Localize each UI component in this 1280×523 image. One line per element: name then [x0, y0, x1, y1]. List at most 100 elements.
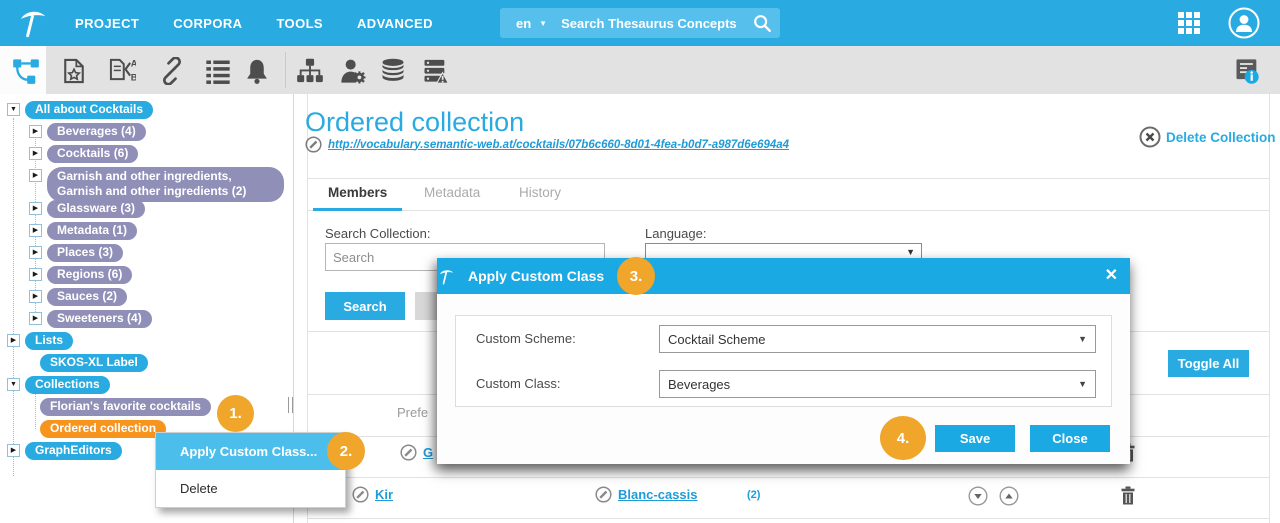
trash-icon[interactable]: [1120, 486, 1136, 505]
collection-uri-link[interactable]: http://vocabulary.semantic-web.at/cockta…: [328, 139, 789, 151]
tree-node-all-about-cocktails[interactable]: All about Cocktails: [25, 101, 153, 119]
tab-history[interactable]: History: [519, 185, 561, 200]
document-translate-icon[interactable]: A B: [108, 57, 136, 85]
menu-project[interactable]: PROJECT: [75, 16, 139, 31]
dialog-close-icon[interactable]: ✕: [1105, 266, 1118, 286]
tree-node-ordered-collection-selected[interactable]: Ordered collection: [40, 420, 166, 438]
tree-node-cocktails[interactable]: Cocktails (6): [47, 145, 138, 163]
save-button[interactable]: Save: [935, 425, 1015, 452]
tree-context-menu: Apply Custom Class... Delete: [155, 432, 346, 508]
delete-collection-label: Delete Collection: [1166, 130, 1276, 145]
tree-node-sauces[interactable]: Sauces (2): [47, 288, 127, 306]
context-menu-delete[interactable]: Delete: [156, 470, 345, 507]
context-menu-apply-custom-class[interactable]: Apply Custom Class...: [156, 433, 345, 470]
dialog-header: Apply Custom Class ✕: [437, 258, 1130, 294]
tree-node-beverages[interactable]: Beverages (4): [47, 123, 146, 141]
poolparty-logo-icon[interactable]: [16, 6, 50, 40]
search-input[interactable]: Search Thesaurus Concepts: [561, 16, 752, 31]
tree-expand-toggle[interactable]: ▶: [7, 444, 20, 457]
edit-pencil-icon[interactable]: [305, 136, 322, 153]
table-column-header-preferred-label: Prefe: [397, 405, 428, 420]
close-button[interactable]: Close: [1030, 425, 1110, 452]
tree-node-metadata[interactable]: Metadata (1): [47, 222, 137, 240]
search-collection-label: Search Collection:: [325, 226, 431, 241]
document-star-icon[interactable]: [60, 57, 88, 85]
concept-tree-icon[interactable]: [12, 57, 40, 85]
table-row: Kir: [352, 486, 393, 503]
custom-scheme-value: Cocktail Scheme: [668, 332, 766, 347]
tree-expand-toggle[interactable]: ▶: [29, 125, 42, 138]
custom-class-select[interactable]: Beverages ▼: [659, 370, 1096, 398]
tree-expand-toggle[interactable]: ▶: [29, 202, 42, 215]
thesaurus-search-box[interactable]: en ▼ Search Thesaurus Concepts: [500, 8, 780, 38]
move-up-icon[interactable]: [999, 486, 1019, 506]
server-status-icon[interactable]: [421, 57, 449, 85]
member-link-blanc-cassis[interactable]: Blanc-cassis: [618, 487, 698, 502]
tabs-top-border: [307, 178, 1269, 179]
tree-node-sweeteners[interactable]: Sweeteners (4): [47, 310, 152, 328]
sitemap-icon[interactable]: [296, 57, 324, 85]
edit-pencil-icon[interactable]: [352, 486, 369, 503]
custom-class-label: Custom Class:: [476, 376, 561, 391]
menu-tools[interactable]: TOOLS: [276, 16, 323, 31]
annotation-badge-1: 1.: [217, 395, 254, 432]
tree-node-places[interactable]: Places (3): [47, 244, 123, 262]
tree-node-glassware[interactable]: Glassware (3): [47, 200, 145, 218]
main-menu: PROJECT CORPORA TOOLS ADVANCED: [75, 0, 433, 46]
bell-icon[interactable]: [243, 57, 271, 85]
tree-expand-toggle[interactable]: ▶: [29, 169, 42, 182]
tree-expand-toggle[interactable]: ▶: [29, 312, 42, 325]
tree-row: ▶ Places (3): [29, 244, 123, 262]
search-language-selector[interactable]: en: [516, 16, 531, 31]
tree-expand-toggle[interactable]: ▶: [29, 268, 42, 281]
edit-pencil-icon[interactable]: [595, 486, 612, 503]
annotation-badge-3: 3.: [617, 257, 655, 295]
apps-grid-icon[interactable]: [1178, 12, 1200, 34]
table-row: G: [400, 444, 433, 461]
menu-corpora[interactable]: CORPORA: [173, 16, 242, 31]
member-link-kir[interactable]: Kir: [375, 487, 393, 502]
tree-node-skos-xl-label[interactable]: SKOS-XL Label: [40, 354, 148, 372]
top-navigation-bar: PROJECT CORPORA TOOLS ADVANCED en ▼ Sear…: [0, 0, 1280, 46]
list-icon[interactable]: [204, 57, 232, 85]
tree-node-grapheditors[interactable]: GraphEditors: [25, 442, 122, 460]
tree-expand-toggle[interactable]: ▼: [7, 103, 20, 116]
tree-row: ▶ Regions (6): [29, 266, 132, 284]
tree-expand-toggle[interactable]: ▶: [29, 290, 42, 303]
tree-row: ▼ Collections: [7, 376, 110, 394]
tab-metadata[interactable]: Metadata: [424, 185, 480, 200]
tree-node-lists[interactable]: Lists: [25, 332, 73, 350]
tab-members[interactable]: Members: [328, 185, 387, 200]
info-panel-icon[interactable]: [1233, 57, 1261, 85]
edit-pencil-icon[interactable]: [400, 444, 417, 461]
member-link[interactable]: G: [423, 445, 433, 460]
tree-row: ▶ Cocktails (6): [29, 145, 138, 163]
tree-expand-toggle[interactable]: ▶: [29, 246, 42, 259]
tree-row: ▶ GraphEditors: [7, 442, 122, 460]
dialog-form-panel: Custom Scheme: Cocktail Scheme ▼ Custom …: [455, 315, 1112, 407]
tree-expand-toggle[interactable]: ▶: [29, 147, 42, 160]
move-down-icon[interactable]: [968, 486, 988, 506]
collection-search-button[interactable]: Search: [325, 292, 405, 320]
database-icon[interactable]: [379, 57, 407, 85]
menu-advanced[interactable]: ADVANCED: [357, 16, 433, 31]
tree-expand-toggle[interactable]: ▼: [7, 378, 20, 391]
tree-node-regions[interactable]: Regions (6): [47, 266, 132, 284]
search-icon[interactable]: [752, 13, 772, 33]
custom-scheme-select[interactable]: Cocktail Scheme ▼: [659, 325, 1096, 353]
tree-node-garnish[interactable]: Garnish and other ingredients, Garnish a…: [47, 167, 284, 202]
active-tab-underline: [313, 208, 402, 211]
tree-expand-toggle[interactable]: ▶: [7, 334, 20, 347]
tree-row: SKOS-XL Label: [40, 354, 148, 372]
tree-node-collections[interactable]: Collections: [25, 376, 110, 394]
language-label: Language:: [645, 226, 706, 241]
chevron-down-icon[interactable]: ▼: [539, 19, 547, 28]
user-account-icon[interactable]: [1228, 7, 1260, 39]
link-icon[interactable]: [158, 57, 186, 85]
toggle-all-button[interactable]: Toggle All: [1168, 350, 1249, 377]
delete-collection-button[interactable]: Delete Collection: [1139, 126, 1276, 148]
sidebar-splitter-handle[interactable]: [288, 397, 293, 413]
user-settings-icon[interactable]: [339, 57, 367, 85]
tree-node-florians-favorite-cocktails[interactable]: Florian's favorite cocktails: [40, 398, 211, 416]
tree-expand-toggle[interactable]: ▶: [29, 224, 42, 237]
